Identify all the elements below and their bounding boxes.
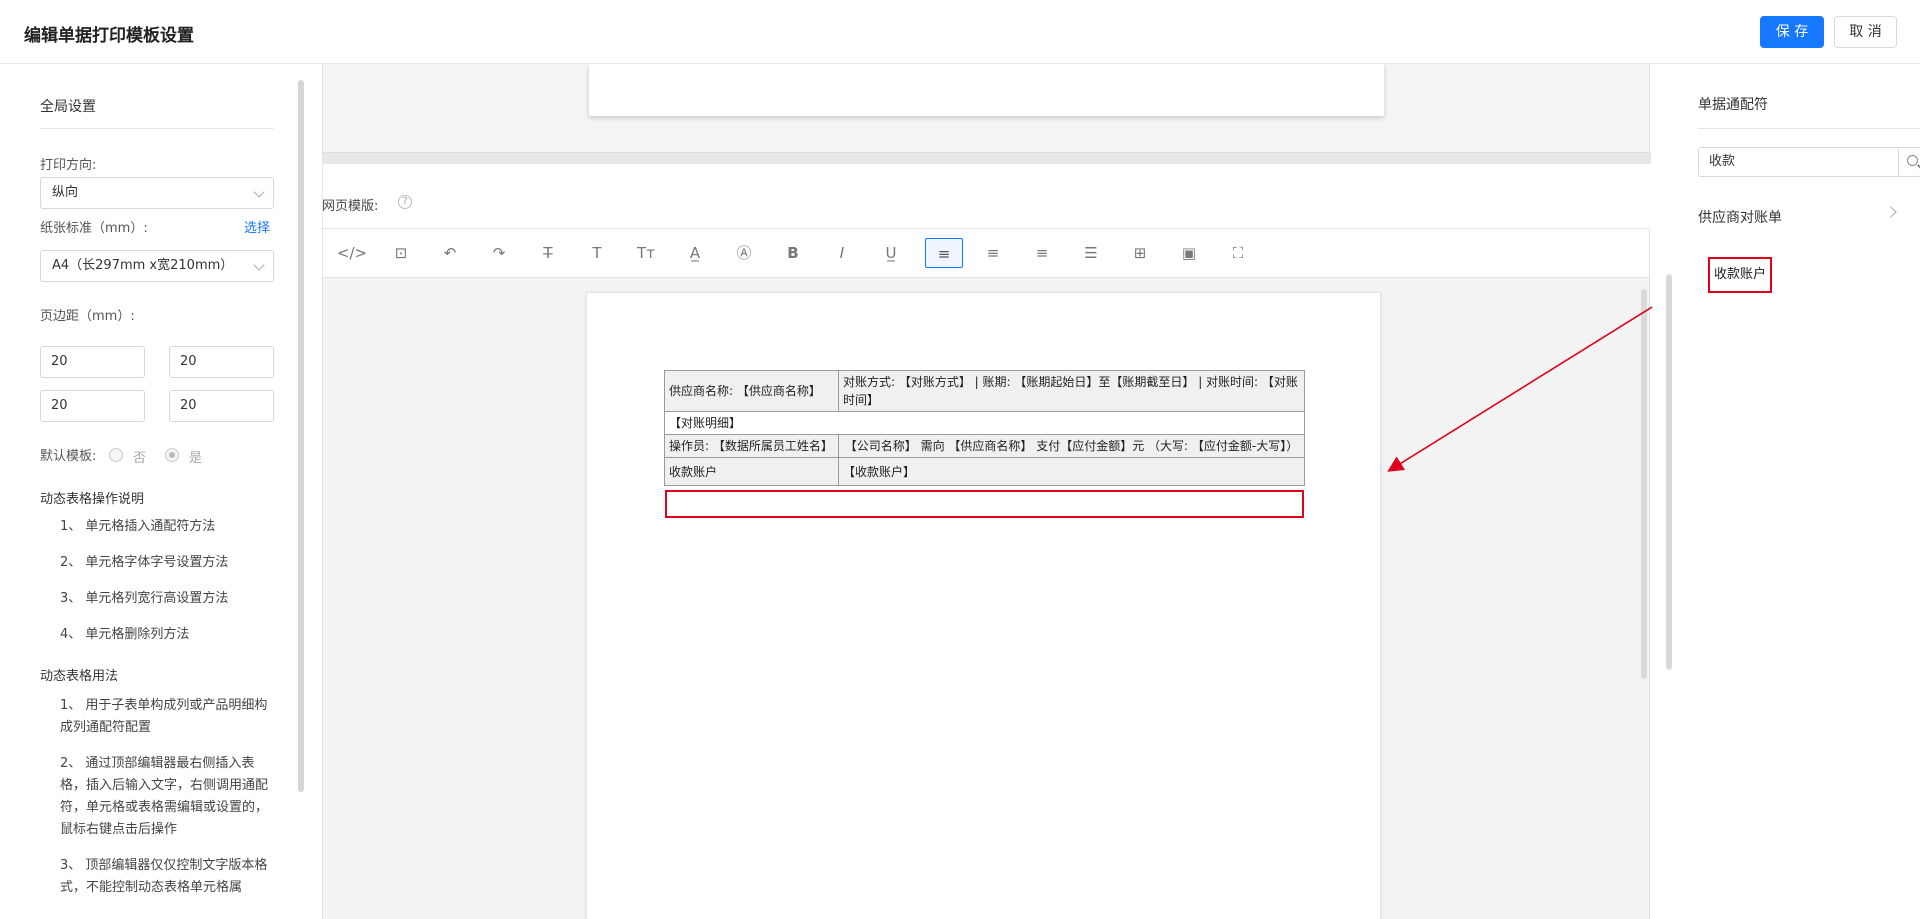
- right-scrollbar[interactable]: [1666, 274, 1672, 670]
- align-right-icon[interactable]: ≡: [1023, 238, 1061, 268]
- table-row: 收款账户 【收款账户】: [664, 457, 1305, 486]
- align-left-icon[interactable]: ≡: [925, 238, 963, 268]
- background-color-icon[interactable]: Ⓐ: [725, 238, 763, 268]
- table-row: 【对账明细】: [664, 411, 1305, 435]
- orientation-value: 纵向: [52, 185, 79, 200]
- search-button[interactable]: [1898, 147, 1920, 177]
- paper-select[interactable]: A4（长297mm x宽210mm）: [40, 250, 274, 282]
- rich-text-editor[interactable]: </> ⊡ ↶ ↷ T̶ T Tт A̲ Ⓐ B I U̲ ≡ ≡ ≡ ☰ ⊞ …: [322, 228, 1650, 919]
- table-cell[interactable]: 【对账明细】: [664, 411, 1305, 435]
- ops-item[interactable]: 3、 单元格列宽行高设置方法: [60, 588, 274, 610]
- table-cell[interactable]: 供应商名称: 【供应商名称】: [664, 370, 839, 412]
- table-row: 供应商名称: 【供应商名称】 对账方式: 【对账方式】 | 账期: 【账期起始日…: [664, 370, 1305, 412]
- table-cell[interactable]: 【公司名称】 需向 【供应商名称】 支付【应付金额】元 （大写: 【应付金额-大…: [838, 434, 1305, 458]
- left-scrollbar[interactable]: [298, 80, 304, 792]
- image-icon[interactable]: ▣: [1170, 238, 1208, 268]
- table-cell[interactable]: 对账方式: 【对账方式】 | 账期: 【账期起始日】至【账期截至日】 | 对账时…: [838, 370, 1305, 412]
- font-color-icon[interactable]: A̲: [676, 238, 714, 268]
- usage-item: 2、 通过顶部编辑器最右侧插入表格，插入后输入文字，右侧调用通配符，单元格或表格…: [60, 756, 269, 837]
- web-template-label: 网页模版:: [322, 199, 379, 214]
- ops-item[interactable]: 2、 单元格字体字号设置方法: [60, 552, 274, 574]
- template-icon[interactable]: ⊡: [382, 238, 420, 268]
- divider: [40, 128, 274, 129]
- ops-title: 动态表格操作说明: [40, 492, 145, 507]
- strikethrough-icon[interactable]: T̶: [529, 238, 567, 268]
- usage-item: 3、 顶部编辑器仅仅控制文字版本格式，不能控制动态表格单元格属: [60, 858, 268, 895]
- italic-icon[interactable]: I: [823, 238, 861, 268]
- editor-scrollbar[interactable]: [1641, 289, 1647, 679]
- save-button[interactable]: 保 存: [1760, 16, 1824, 48]
- chevron-right-icon[interactable]: [1885, 206, 1897, 218]
- preview-page: [589, 64, 1384, 116]
- highlight-box: [665, 490, 1304, 518]
- margin-bottom-input[interactable]: 20: [169, 346, 274, 378]
- default-no-label: 否: [133, 451, 147, 466]
- bold-icon[interactable]: B: [774, 238, 812, 268]
- align-center-icon[interactable]: ≡: [974, 238, 1012, 268]
- paper-choose-link[interactable]: 选择: [244, 217, 270, 236]
- category-supplier-statement[interactable]: 供应商对账单: [1698, 207, 1782, 227]
- usage-title: 动态表格用法: [40, 669, 119, 684]
- default-no-radio[interactable]: [109, 448, 123, 462]
- table-cell[interactable]: 【收款账户】: [838, 457, 1305, 486]
- divider: [1698, 128, 1920, 129]
- redo-icon[interactable]: ↷: [480, 238, 518, 268]
- chevron-down-icon: [253, 186, 265, 198]
- cancel-button[interactable]: 取 消: [1834, 16, 1897, 48]
- page-title: 编辑单据打印模板设置: [24, 26, 194, 46]
- top-bar: 编辑单据打印模板设置 保 存 取 消: [0, 0, 1920, 64]
- global-settings-panel: 全局设置 打印方向: 纵向 纸张标准（mm）: 选择 A4（长297mm x宽2…: [0, 64, 300, 919]
- ops-item[interactable]: 4、 单元格删除列方法: [60, 624, 274, 646]
- wildcard-title: 单据通配符: [1698, 97, 1768, 113]
- default-yes-radio[interactable]: [165, 448, 179, 462]
- statement-table[interactable]: 供应商名称: 【供应商名称】 对账方式: 【对账方式】 | 账期: 【账期起始日…: [664, 370, 1305, 486]
- document-page[interactable]: 供应商名称: 【供应商名称】 对账方式: 【对账方式】 | 账期: 【账期起始日…: [586, 292, 1381, 919]
- paper-label: 纸张标准（mm）:: [40, 221, 148, 236]
- wildcard-panel: 单据通配符 收款 供应商对账单 收款账户: [1652, 64, 1920, 919]
- font-size-icon[interactable]: Tт: [627, 238, 665, 268]
- table-icon[interactable]: ⊞: [1121, 238, 1159, 268]
- default-template-label: 默认模板:: [40, 449, 97, 464]
- help-icon[interactable]: ?: [398, 195, 412, 209]
- margin-right-input[interactable]: 20: [169, 390, 274, 422]
- preview-box: [322, 64, 1651, 164]
- undo-icon[interactable]: ↶: [431, 238, 469, 268]
- default-yes-label: 是: [189, 451, 203, 466]
- underline-icon[interactable]: U̲: [872, 238, 910, 268]
- margin-top-input[interactable]: 20: [40, 346, 145, 378]
- global-settings-title: 全局设置: [40, 99, 96, 115]
- margin-left-input[interactable]: 20: [40, 390, 145, 422]
- chevron-down-icon: [253, 259, 265, 271]
- wildcard-token[interactable]: 收款账户: [1708, 257, 1772, 293]
- usage-item: 1、 用于子表单构成列或产品明细构成列通配符配置: [60, 698, 268, 735]
- orientation-select[interactable]: 纵向: [40, 177, 274, 209]
- table-row: 操作员: 【数据所属员工姓名】 【公司名称】 需向 【供应商名称】 支付【应付金…: [664, 434, 1305, 458]
- template-editor-area: 网页模版: ? </> ⊡ ↶ ↷ T̶ T Tт A̲ Ⓐ B I U̲ ≡ …: [322, 64, 1652, 919]
- source-code-icon[interactable]: </>: [333, 238, 371, 268]
- table-cell[interactable]: 操作员: 【数据所属员工姓名】: [664, 434, 839, 458]
- orientation-label: 打印方向:: [40, 158, 97, 173]
- ops-item[interactable]: 1、 单元格插入通配符方法: [60, 516, 274, 538]
- horizontal-scrollbar[interactable]: [323, 152, 1651, 164]
- margin-label: 页边距（mm）:: [40, 309, 135, 324]
- justify-icon[interactable]: ☰: [1072, 238, 1110, 268]
- fullscreen-icon[interactable]: ⛶: [1219, 238, 1257, 268]
- editor-toolbar: </> ⊡ ↶ ↷ T̶ T Tт A̲ Ⓐ B I U̲ ≡ ≡ ≡ ☰ ⊞ …: [323, 229, 1649, 278]
- paper-value: A4（长297mm x宽210mm）: [52, 258, 234, 273]
- font-family-icon[interactable]: T: [578, 238, 616, 268]
- table-cell[interactable]: 收款账户: [664, 457, 839, 486]
- wildcard-search-input[interactable]: 收款: [1698, 147, 1899, 177]
